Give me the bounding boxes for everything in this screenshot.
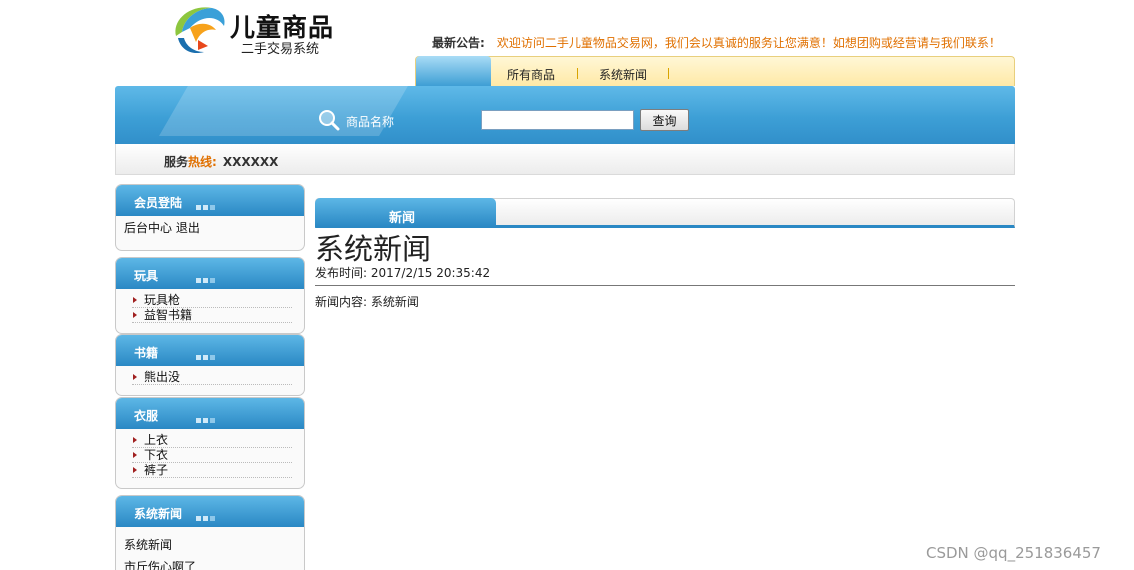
nav-separator [668,68,669,79]
header-dots [196,199,217,213]
divider [315,285,1015,286]
news-content: 新闻内容: 系统新闻 [315,295,419,309]
list-item[interactable]: 上衣 [132,433,292,448]
list-item[interactable]: 益智书籍 [132,308,292,323]
category-books-title[interactable]: 书籍 [134,344,158,361]
announcement: 最新公告: 欢迎访问二手儿童物品交易网，我们会以真诚的服务让您满意！如想团购或经营… [432,34,1001,51]
hotline-number: XXXXXX [222,155,279,169]
category-toys-header: 玩具 [116,258,304,289]
category-books-header: 书籍 [116,335,304,366]
nav-item-system-news[interactable]: 系统新闻 [599,66,647,83]
page: 儿童商品 二手交易系统 最新公告: 欢迎访问二手儿童物品交易网，我们会以真诚的服务… [0,0,1134,570]
search-bar: 商品名称 查询 [115,86,1015,144]
login-links[interactable]: 后台中心 退出 [124,219,304,237]
category-books-box: 书籍 熊出没 [115,334,305,396]
category-toys-box: 玩具 玩具枪 益智书籍 [115,257,305,334]
list-item[interactable]: 裤子 [132,463,292,478]
announcement-label: 最新公告: [432,36,485,50]
system-news-box: 系统新闻 系统新闻 市斤伤心啊了 [115,495,305,570]
nav-home-tab[interactable] [416,56,491,87]
nav-separator [577,68,578,79]
main-nav: 所有商品 系统新闻 [415,56,1015,87]
search-button[interactable]: 查询 [640,109,689,131]
logo-swirl-icon [175,7,225,54]
list-item[interactable]: 下衣 [132,448,292,463]
login-box: 会员登陆 后台中心 退出 [115,184,305,251]
hotline-bar: 服务热线: XXXXXX [115,144,1015,175]
content-tab-bar: 新闻 [315,198,1015,228]
category-toys-title[interactable]: 玩具 [134,267,158,284]
tab-news-label: 新闻 [389,211,416,226]
news-title: 系统新闻 [315,232,432,266]
search-label: 商品名称 [346,115,395,129]
news-publish-time: 发布时间: 2017/2/15 20:35:42 [315,266,491,280]
nav-item-all-products[interactable]: 所有商品 [507,66,555,83]
category-clothes-title[interactable]: 衣服 [134,407,158,424]
hotline-highlight: 热线: [188,155,217,169]
search-input[interactable] [481,110,634,130]
header-dots [196,510,217,524]
list-item[interactable]: 玩具枪 [132,293,292,308]
watermark: CSDN @qq_251836457 [926,544,1101,562]
header-dots [196,412,217,426]
header-dots [196,272,217,286]
news-link[interactable]: 市斤伤心啊了 [124,556,304,570]
tab-news[interactable]: 新闻 [315,198,496,227]
header-dots [196,349,217,363]
search-icon [319,110,340,131]
announcement-text: 欢迎访问二手儿童物品交易网，我们会以真诚的服务让您满意！如想团购或经营请与我们联… [496,36,1001,50]
site-logo[interactable]: 儿童商品 二手交易系统 [168,2,368,58]
system-news-title[interactable]: 系统新闻 [134,505,182,522]
login-box-header: 会员登陆 [116,185,304,216]
category-clothes-header: 衣服 [116,398,304,429]
hotline: 服务热线: XXXXXX [164,153,278,170]
list-item[interactable]: 熊出没 [132,370,292,385]
hotline-prefix: 服务 [164,155,189,169]
news-link[interactable]: 系统新闻 [124,534,304,556]
system-news-header: 系统新闻 [116,496,304,527]
login-box-title: 会员登陆 [134,196,183,210]
logo-subtitle: 二手交易系统 [241,42,320,57]
category-clothes-box: 衣服 上衣 下衣 裤子 [115,397,305,489]
